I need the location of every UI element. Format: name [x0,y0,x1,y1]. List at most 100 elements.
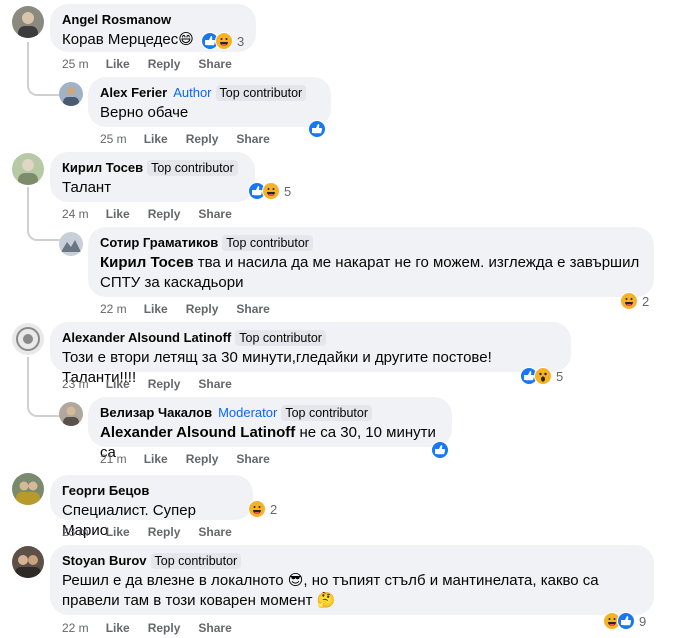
comment-bubble: Stoyan Burov Top contributor Решил е да в… [50,545,654,615]
author-name[interactable]: Велизар Чакалов [100,405,212,420]
share-button[interactable]: Share [236,302,269,316]
comment-bubble: Alexander Alsound Latinoff Top contributo… [50,322,571,386]
reactions[interactable]: 2 [247,498,280,520]
share-button[interactable]: Share [198,525,231,539]
comment-actions: 22 m Like Reply Share [62,621,250,635]
like-icon [431,441,449,459]
timestamp[interactable]: 21 m [100,452,127,466]
avatar[interactable] [12,473,44,505]
like-button[interactable]: Like [106,621,130,635]
comment-actions: 24 m Like Reply Share [62,207,250,221]
share-button[interactable]: Share [198,207,231,221]
like-button[interactable]: Like [144,132,168,146]
author-name[interactable]: Stoyan Burov [62,553,147,568]
like-button[interactable]: Like [106,57,130,71]
top-contributor-badge: Top contributor [222,235,313,251]
comment-bubble: Кирил Тосев Top contributor Талант [50,152,255,202]
timestamp[interactable]: 23 m [62,525,89,539]
share-button[interactable]: Share [198,57,231,71]
share-button[interactable]: Share [236,132,269,146]
comment-text: тва и насила да ме накарат не го можем. … [193,254,640,271]
like-icon [308,120,326,138]
avatar[interactable] [12,153,44,185]
reaction-count: 5 [556,368,564,384]
author-name[interactable]: Alex Ferier [100,85,167,100]
wow-icon [534,367,552,385]
avatar[interactable] [59,402,83,426]
comment-bubble: Велизар Чакалов Moderator Top contributor … [88,397,452,461]
comment-actions: 25 m Like Reply Share [62,57,250,71]
reactions[interactable]: 5 [519,365,566,387]
comment-text: Решил е да влезне в локалното [62,572,284,589]
reactions[interactable] [430,439,452,461]
author-name[interactable]: Сотир Граматиков [100,235,218,250]
top-contributor-badge: Top contributor [150,553,242,569]
mention-link[interactable]: Alexander Alsound Latinoff [100,424,295,441]
reply-button[interactable]: Reply [148,621,181,635]
sunglasses-emoji-icon: 😎 [287,572,304,589]
comment-text-line2: СПТУ за каскадьори [100,274,244,291]
reply-button[interactable]: Reply [148,525,181,539]
reply-button[interactable]: Reply [186,132,219,146]
timestamp[interactable]: 23 m [62,377,89,391]
avatar[interactable] [12,323,44,355]
reply-button[interactable]: Reply [186,302,219,316]
like-icon [617,612,635,630]
timestamp[interactable]: 22 m [100,302,127,316]
mention-link[interactable]: Кирил Тосев [100,254,194,271]
timestamp[interactable]: 25 m [62,57,89,71]
top-contributor-badge: Top contributor [147,160,238,176]
reply-button[interactable]: Reply [148,57,181,71]
comment-bubble: Георги Бецов Специалист. Супер Марио [50,475,253,539]
timestamp[interactable]: 22 m [62,621,89,635]
like-button[interactable]: Like [106,525,130,539]
share-button[interactable]: Share [198,621,231,635]
reactions[interactable]: 2 [619,290,652,312]
like-button[interactable]: Like [106,377,130,391]
haha-icon [262,182,280,200]
thinking-emoji-icon: 🤔 [316,592,336,609]
share-button[interactable]: Share [198,377,231,391]
reply-button[interactable]: Reply [186,452,219,466]
reactions[interactable]: 9 [602,610,649,632]
avatar[interactable] [59,232,83,256]
share-button[interactable]: Share [236,452,269,466]
avatar[interactable] [59,82,83,106]
comment-actions: 23 m Like Reply Share [62,377,250,391]
haha-icon [215,32,233,50]
reactions[interactable] [307,118,329,140]
author-name[interactable]: Кирил Тосев [62,160,143,175]
like-button[interactable]: Like [144,452,168,466]
comment-actions: 25 m Like Reply Share [100,132,288,146]
comment-text-line2: правели там в този коварен момент [62,592,313,609]
reactions[interactable]: 5 [247,180,294,202]
author-label: Author [173,85,212,100]
comment-text: Верно обаче [100,104,189,121]
thread-line [27,42,61,96]
reaction-count: 2 [642,293,650,309]
avatar[interactable] [12,6,44,38]
grin-emoji-icon: 😄 [178,31,194,48]
comment-bubble: Alex Ferier Author Top contributor Верно о… [88,77,331,127]
author-name[interactable]: Angel Rosmanow [62,12,171,27]
comment-text: Корав Мерцедес [62,31,179,48]
top-contributor-badge: Top contributor [281,405,372,421]
haha-icon [248,500,266,518]
timestamp[interactable]: 24 m [62,207,89,221]
comment-text: Талант [62,179,112,196]
timestamp[interactable]: 25 m [100,132,127,146]
reply-button[interactable]: Reply [148,207,181,221]
comment-bubble: Сотир Граматиков Top contributor Кирил То… [88,227,654,297]
comment-actions: 21 m Like Reply Share [100,452,288,466]
comment-actions: 23 m Like Reply Share [62,525,250,539]
like-button[interactable]: Like [106,207,130,221]
reply-button[interactable]: Reply [148,377,181,391]
moderator-label: Moderator [218,405,278,420]
comment-actions: 22 m Like Reply Share [100,302,288,316]
avatar[interactable] [12,546,44,578]
author-name[interactable]: Alexander Alsound Latinoff [62,330,231,345]
reactions[interactable]: 3 [200,30,247,52]
reaction-count: 3 [237,33,245,49]
author-name[interactable]: Георги Бецов [62,483,149,498]
like-button[interactable]: Like [144,302,168,316]
